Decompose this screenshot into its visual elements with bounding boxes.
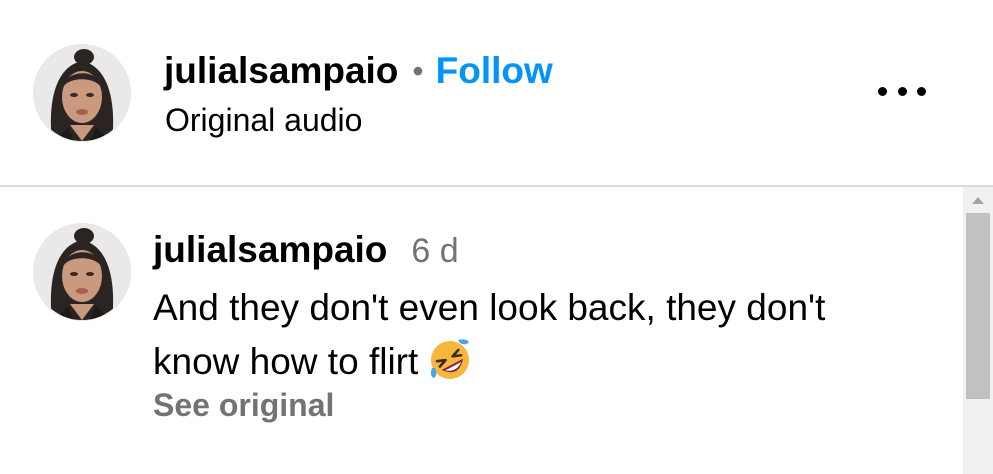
profile-avatar[interactable] bbox=[33, 44, 131, 142]
comment-timestamp[interactable]: 6 d bbox=[411, 232, 458, 271]
avatar-photo-icon bbox=[34, 45, 130, 141]
header-username[interactable]: julialsampaio bbox=[164, 50, 398, 92]
comment-name-row: julialsampaio 6 d bbox=[153, 229, 459, 271]
scroll-up-arrow-icon[interactable] bbox=[963, 187, 993, 213]
rolling-on-floor-laughing-emoji-icon bbox=[428, 338, 472, 382]
post-header: julialsampaio • Follow Original audio bbox=[0, 0, 993, 187]
comment-section: julialsampaio 6 d And they don't even lo… bbox=[0, 187, 963, 474]
comment-text: And they don't even look back, they don'… bbox=[153, 287, 826, 382]
comment-username[interactable]: julialsampaio bbox=[153, 229, 387, 271]
follow-button[interactable]: Follow bbox=[436, 50, 553, 92]
vertical-scrollbar[interactable] bbox=[963, 187, 993, 474]
dot-icon bbox=[917, 86, 926, 96]
more-options-icon[interactable] bbox=[878, 78, 926, 104]
header-name-row: julialsampaio • Follow bbox=[164, 48, 553, 94]
separator-dot: • bbox=[412, 52, 424, 89]
dot-icon bbox=[878, 86, 887, 96]
scrollbar-thumb[interactable] bbox=[966, 213, 990, 399]
see-original-button[interactable]: See original bbox=[153, 387, 334, 424]
comment-body: And they don't even look back, they don'… bbox=[153, 281, 873, 389]
avatar-photo-icon bbox=[34, 224, 130, 320]
comment-avatar[interactable] bbox=[33, 223, 131, 321]
dot-icon bbox=[897, 86, 907, 96]
audio-label[interactable]: Original audio bbox=[165, 102, 362, 139]
